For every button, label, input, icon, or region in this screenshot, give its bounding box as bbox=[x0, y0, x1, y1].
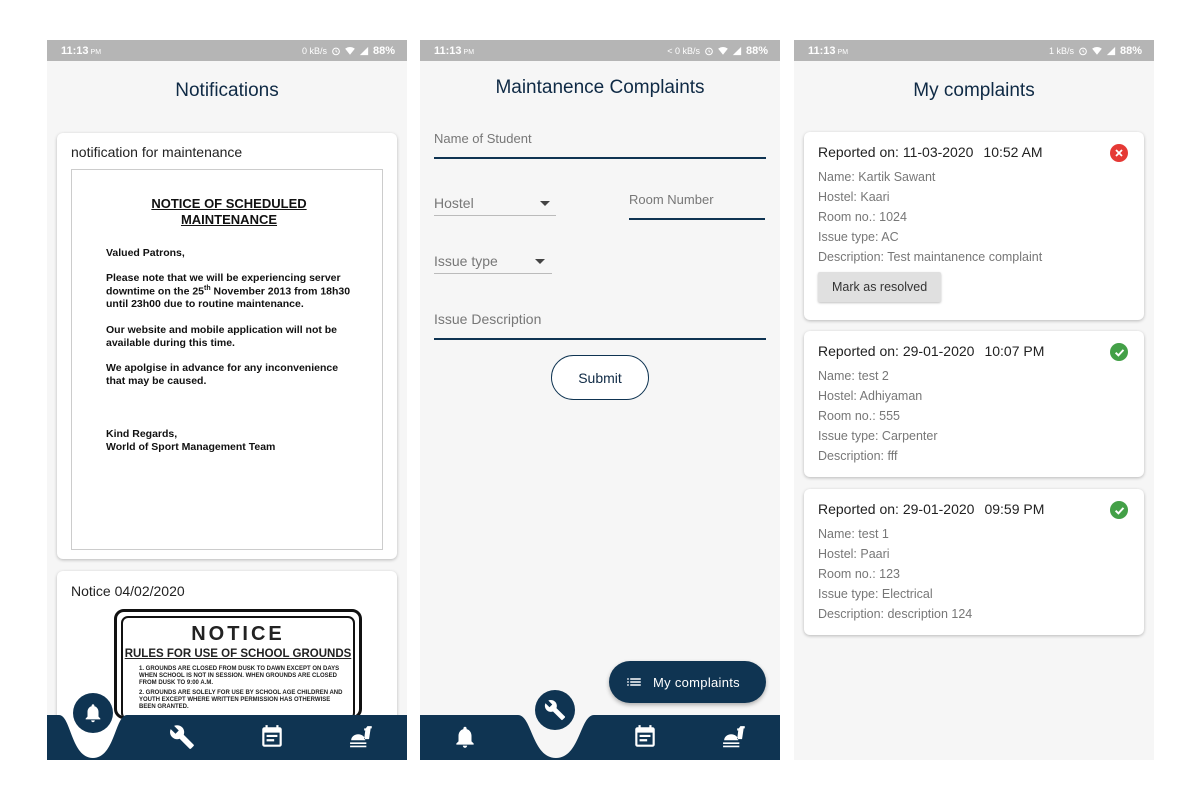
alarm-icon bbox=[704, 46, 714, 56]
alarm-icon bbox=[331, 46, 341, 56]
unresolved-status-icon bbox=[1110, 144, 1128, 162]
doc-paragraph-1: Please note that we will be experiencing… bbox=[106, 271, 351, 311]
status-ampm: PM bbox=[837, 48, 849, 56]
issue-description-input[interactable]: Issue Description bbox=[434, 311, 541, 327]
status-ampm: PM bbox=[90, 48, 102, 56]
page-title: Notifications bbox=[175, 80, 279, 101]
complaint-card: Reported on: 29-01-2020 10:07 PM Name: te… bbox=[804, 331, 1144, 477]
battery-level: 88% bbox=[372, 44, 395, 57]
battery-level: 88% bbox=[745, 44, 768, 57]
status-bar: 11:13 PM 1 kB/s 88% bbox=[794, 40, 1154, 61]
resolved-check-icon bbox=[1110, 343, 1128, 361]
calendar-icon[interactable] bbox=[632, 724, 658, 750]
food-icon[interactable] bbox=[349, 724, 375, 750]
my-complaints-button[interactable]: My complaints bbox=[609, 661, 766, 703]
notification-title: Notice 04/02/2020 bbox=[71, 583, 185, 599]
notification-title: notification for maintenance bbox=[71, 144, 243, 160]
complaint-time: 09:59 PM bbox=[984, 501, 1045, 517]
signal-icon bbox=[359, 46, 369, 56]
network-speed: 1 kB/s bbox=[1048, 45, 1074, 56]
complaint-room: Room no.: 1024 bbox=[818, 210, 907, 224]
wifi-icon bbox=[345, 46, 355, 56]
complaint-name: Name: test 2 bbox=[818, 369, 889, 383]
calendar-icon[interactable] bbox=[259, 724, 285, 750]
status-time: 11:13 bbox=[808, 44, 836, 57]
bell-icon[interactable] bbox=[452, 724, 478, 750]
complaint-name: Name: Kartik Sawant bbox=[818, 170, 936, 184]
complaint-description: Description: Test maintanence complaint bbox=[818, 250, 1043, 264]
status-time: 11:13 bbox=[434, 44, 462, 57]
doc-greeting: Valued Patrons, bbox=[106, 246, 185, 259]
sign-subtitle: RULES FOR USE OF SCHOOL GROUNDS bbox=[124, 648, 352, 660]
doc-paragraph-2: Our website and mobile application will … bbox=[106, 323, 338, 349]
resolved-check-icon bbox=[1110, 501, 1128, 519]
complaint-issue-type: Issue type: Electrical bbox=[818, 587, 933, 601]
nav-notifications-button[interactable] bbox=[73, 693, 113, 733]
notification-card[interactable]: notification for maintenance NOTICE OF S… bbox=[57, 133, 397, 559]
network-speed: 0 kB/s bbox=[301, 45, 327, 56]
my-complaints-screen: 11:13 PM 1 kB/s 88% My complaints Reporte… bbox=[794, 40, 1154, 760]
complaint-hostel: Hostel: Adhiyaman bbox=[818, 389, 923, 403]
complaint-form-screen: 11:13 PM < 0 kB/s 88% Maintanence Complai… bbox=[420, 40, 780, 760]
wifi-icon bbox=[1092, 46, 1102, 56]
submit-button[interactable]: Submit bbox=[551, 355, 649, 400]
doc-heading-line2: MAINTENANCE bbox=[180, 212, 278, 228]
complaint-card: Reported on: 11-03-2020 10:52 AM Name: Ka… bbox=[804, 132, 1144, 320]
chevron-down-icon bbox=[535, 259, 545, 264]
status-bar: 11:13 PM 0 kB/s 88% bbox=[47, 40, 407, 61]
status-time: 11:13 bbox=[61, 44, 89, 57]
alarm-icon bbox=[1078, 46, 1088, 56]
wifi-icon bbox=[718, 46, 728, 56]
signal-icon bbox=[1106, 46, 1116, 56]
list-icon bbox=[625, 673, 643, 691]
chevron-down-icon bbox=[540, 201, 550, 206]
wrench-icon bbox=[544, 699, 566, 721]
complaint-issue-type: Issue type: AC bbox=[818, 230, 899, 244]
bell-icon bbox=[82, 702, 104, 724]
signal-icon bbox=[732, 46, 742, 56]
complaint-description: Description: fff bbox=[818, 449, 898, 463]
bottom-navigation bbox=[47, 693, 407, 760]
doc-signoff: Kind Regards, bbox=[106, 428, 178, 440]
complaint-room: Room no.: 555 bbox=[818, 409, 900, 423]
nav-maintenance-button[interactable] bbox=[535, 690, 575, 730]
student-name-input[interactable]: Name of Student bbox=[434, 131, 532, 146]
complaint-time: 10:07 PM bbox=[984, 343, 1045, 359]
status-ampm: PM bbox=[463, 48, 475, 56]
complaint-date: Reported on: 11-03-2020 bbox=[818, 144, 974, 160]
food-icon[interactable] bbox=[722, 724, 748, 750]
complaint-date: Reported on: 29-01-2020 bbox=[818, 343, 975, 359]
bottom-navigation bbox=[420, 690, 780, 760]
sign-title: NOTICE bbox=[191, 623, 285, 645]
complaint-card: Reported on: 29-01-2020 09:59 PM Name: te… bbox=[804, 489, 1144, 635]
battery-level: 88% bbox=[1119, 44, 1142, 57]
room-number-input[interactable]: Room Number bbox=[629, 192, 714, 207]
status-bar: 11:13 PM < 0 kB/s 88% bbox=[420, 40, 780, 61]
complaint-description: Description: description 124 bbox=[818, 607, 973, 621]
complaint-hostel: Hostel: Paari bbox=[818, 547, 890, 561]
page-title: My complaints bbox=[913, 80, 1035, 101]
my-complaints-label: My complaints bbox=[653, 674, 740, 690]
complaint-issue-type: Issue type: Carpenter bbox=[818, 429, 938, 443]
doc-team: World of Sport Management Team bbox=[106, 441, 276, 454]
mark-as-resolved-button[interactable]: Mark as resolved bbox=[818, 272, 942, 302]
complaint-hostel: Hostel: Kaari bbox=[818, 190, 890, 204]
issue-type-dropdown[interactable]: Issue type bbox=[434, 253, 498, 269]
wrench-icon[interactable] bbox=[169, 724, 195, 750]
sign-rule: 1. GROUNDS ARE CLOSED FROM DUSK TO DAWN … bbox=[139, 666, 340, 687]
hostel-dropdown[interactable]: Hostel bbox=[434, 195, 474, 211]
complaint-time: 10:52 AM bbox=[983, 144, 1043, 160]
notifications-screen: 11:13 PM 0 kB/s 88% Notifications notific… bbox=[47, 40, 407, 760]
complaint-name: Name: test 1 bbox=[818, 527, 889, 541]
complaint-room: Room no.: 123 bbox=[818, 567, 900, 581]
doc-paragraph-3: We apolgise in advance for any inconveni… bbox=[106, 361, 339, 387]
complaint-date: Reported on: 29-01-2020 bbox=[818, 501, 975, 517]
notice-document-image: NOTICE OF SCHEDULED MAINTENANCE Valued Pa… bbox=[71, 169, 383, 550]
page-title: Maintanence Complaints bbox=[495, 77, 705, 98]
doc-heading-line1: NOTICE OF SCHEDULED bbox=[151, 196, 307, 211]
network-speed: < 0 kB/s bbox=[667, 45, 700, 56]
